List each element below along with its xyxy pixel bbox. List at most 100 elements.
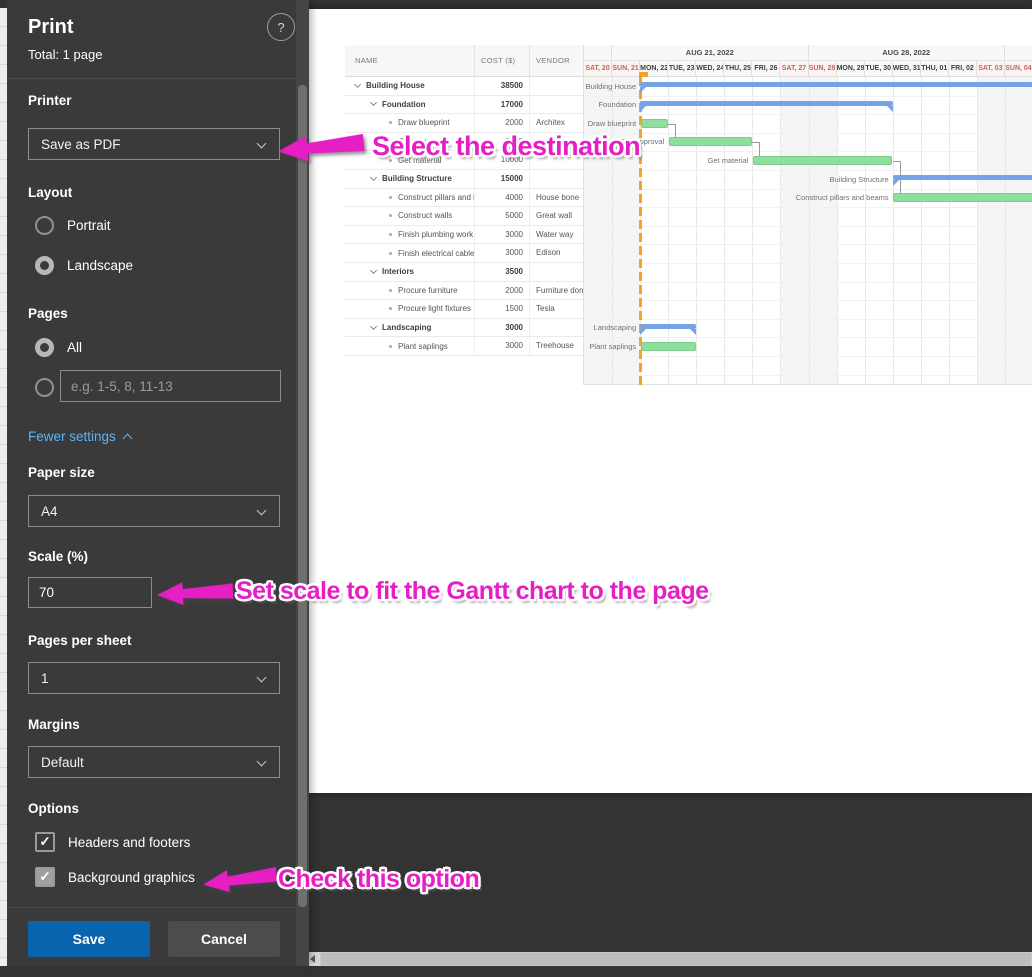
cancel-button[interactable]: Cancel (168, 921, 280, 957)
grid-vertical-line (724, 77, 725, 385)
task-bullet-icon (389, 214, 392, 217)
save-button[interactable]: Save (28, 921, 150, 957)
print-preview-page: NAME COST ($) VENDOR Building House38500… (309, 9, 1032, 793)
task-name: Foundation (382, 100, 426, 109)
task-vendor-cell: Architex (530, 114, 583, 132)
task-cost-cell: 2000 (475, 114, 530, 132)
summary-bar-right-tip (690, 329, 696, 335)
task-vendor-cell: Great wall (530, 207, 583, 225)
pages-per-sheet-dropdown[interactable]: 1 (28, 662, 280, 694)
gantt-bar-label: Foundation (584, 100, 636, 110)
preview-horizontal-scrollbar[interactable] (305, 952, 1032, 966)
weekend-shading (1005, 77, 1032, 385)
grid-horizontal-line (584, 189, 1032, 190)
task-bar (893, 193, 1032, 202)
layout-option-portrait[interactable]: Portrait (35, 215, 111, 235)
divider (7, 907, 296, 908)
task-bar (753, 156, 892, 165)
help-button[interactable]: ? (267, 13, 295, 41)
task-cost-cell: 4000 (475, 189, 530, 207)
chevron-down-icon (257, 757, 267, 767)
task-vendor-cell: Edison (530, 244, 583, 262)
summary-bar (640, 101, 893, 106)
task-bar (641, 342, 696, 351)
pages-all-radio[interactable] (35, 338, 54, 357)
table-row: Foundation17000 (345, 96, 583, 115)
task-vendor-cell: Furniture dome (530, 282, 583, 300)
task-vendor-cell: Water way (530, 226, 583, 244)
headers-footers-checkbox[interactable]: ✓ (35, 832, 55, 852)
gantt-timeline: AUG 21, 2022AUG 28, 2022SAT, 20SUN, 21MO… (583, 45, 1032, 385)
expand-chevron-icon (370, 322, 377, 329)
portrait-radio[interactable] (35, 216, 54, 235)
task-vendor-cell (530, 77, 583, 95)
task-cost-cell: 15000 (475, 170, 530, 188)
task-name: Interiors (382, 267, 414, 276)
task-bullet-icon (389, 252, 392, 255)
background-graphics-option[interactable]: ✓ Background graphics (35, 867, 195, 887)
timeline-day-cell: SUN, 21 (612, 61, 640, 77)
pages-all-label: All (67, 340, 82, 355)
task-name-cell: Building Structure (345, 170, 475, 188)
timeline-day-cell: FRI, 26 (752, 61, 780, 77)
task-cost-cell: 5000 (475, 207, 530, 225)
summary-bar-right-tip (887, 106, 893, 112)
portrait-label: Portrait (67, 218, 111, 233)
task-name-cell: Procure light fixtures (345, 300, 475, 318)
gantt-bar-label: Building House (584, 82, 636, 92)
task-bullet-icon (389, 307, 392, 310)
scale-label: Scale (%) (28, 549, 88, 564)
timeline-week-cell (1005, 45, 1032, 61)
background-graphics-label: Background graphics (68, 870, 195, 885)
annotation-check-option: Check this option (278, 865, 479, 894)
grid-vertical-line (949, 77, 950, 385)
column-header-vendor: VENDOR (530, 45, 583, 76)
headers-footers-label: Headers and footers (68, 835, 190, 850)
task-name: Building House (366, 81, 425, 90)
timeline-week-cell (584, 45, 612, 61)
landscape-radio[interactable] (35, 256, 54, 275)
task-vendor-cell (530, 96, 583, 114)
timeline-day-cell: WED, 24 (696, 61, 724, 77)
chevron-down-icon (257, 139, 267, 149)
scale-input[interactable] (28, 577, 152, 608)
margins-value: Default (41, 755, 84, 770)
grid-horizontal-line (584, 375, 1032, 376)
margins-dropdown[interactable]: Default (28, 746, 280, 778)
paper-size-dropdown[interactable]: A4 (28, 495, 280, 527)
pages-range-radio[interactable] (35, 378, 54, 397)
summary-bar (640, 82, 1032, 87)
dialog-scrollbar-thumb[interactable] (298, 85, 307, 907)
margins-label: Margins (28, 717, 80, 732)
page-behind-dialog-strip (0, 8, 7, 966)
pages-option-range[interactable] (35, 377, 54, 397)
task-vendor-cell (530, 170, 583, 188)
task-name: Draw blueprint (398, 118, 450, 127)
horizontal-scrollbar-thumb[interactable] (321, 953, 1031, 965)
timeline-day-cell: TUE, 30 (865, 61, 893, 77)
task-name-cell: Landscaping (345, 319, 475, 337)
timeline-week-cell: AUG 28, 2022 (809, 45, 1005, 61)
pages-option-all[interactable]: All (35, 337, 82, 357)
page-range-input[interactable] (60, 370, 281, 402)
grid-vertical-line (977, 77, 978, 385)
grid-horizontal-line (584, 337, 1032, 338)
printer-label: Printer (28, 93, 72, 108)
task-name-cell: Construct walls (345, 207, 475, 225)
timeline-day-cell: THU, 25 (724, 61, 752, 77)
gantt-table: NAME COST ($) VENDOR Building House38500… (345, 45, 583, 385)
task-name: Procure light fixtures (398, 304, 471, 313)
summary-bar-left-tip (893, 180, 899, 186)
grid-horizontal-line (584, 226, 1032, 227)
grid-horizontal-line (584, 151, 1032, 152)
layout-option-landscape[interactable]: Landscape (35, 255, 133, 275)
headers-footers-option[interactable]: ✓ Headers and footers (35, 832, 190, 852)
printer-dropdown[interactable]: Save as PDF (28, 128, 280, 160)
background-graphics-checkbox[interactable]: ✓ (35, 867, 55, 887)
task-name-cell: Plant saplings (345, 337, 475, 355)
timeline-day-cell: FRI, 02 (949, 61, 977, 77)
summary-bar-left-tip (640, 87, 646, 93)
fewer-settings-link[interactable]: Fewer settings (28, 429, 131, 444)
annotation-set-scale: Set scale to fit the Gantt chart to the … (236, 577, 709, 606)
timeline-day-cell: SAT, 03 (977, 61, 1005, 77)
